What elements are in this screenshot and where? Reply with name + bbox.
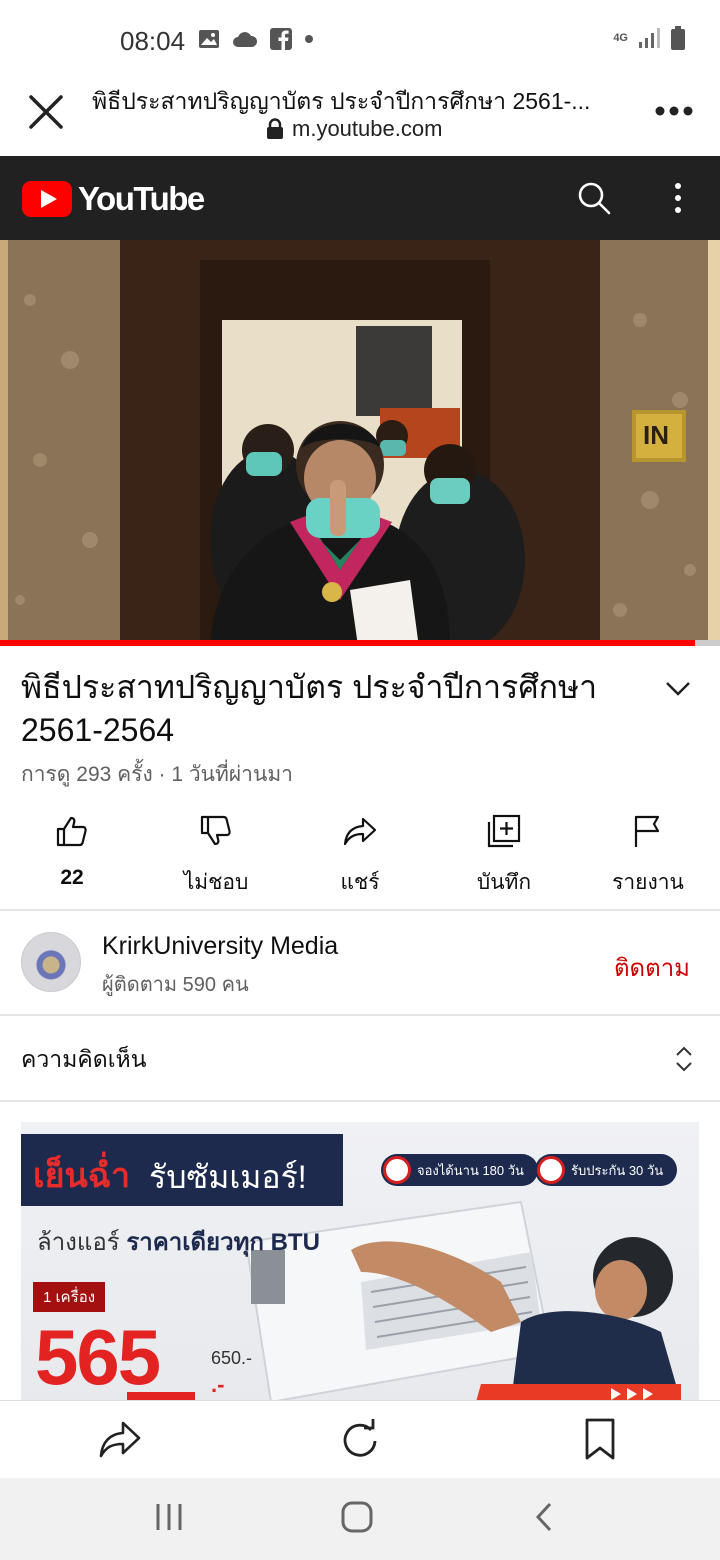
system-icons: 4G xyxy=(613,26,686,50)
back-icon[interactable] xyxy=(530,1500,560,1534)
ad-badge: จองได้นาน 180 วัน xyxy=(381,1154,538,1186)
ad-subline-bold: ราคาเดียวทุก BTU xyxy=(126,1229,320,1256)
door-sign: IN xyxy=(643,420,669,450)
url-text: m.youtube.com xyxy=(292,116,443,141)
youtube-header: YouTube xyxy=(0,156,720,240)
like-icon xyxy=(56,816,87,847)
system-navigation-bar xyxy=(0,1478,720,1560)
url-display[interactable]: m.youtube.com xyxy=(266,116,442,142)
ad-price: 565 xyxy=(35,1313,161,1401)
check-icon xyxy=(383,1156,411,1184)
ad-price-suffix: .- xyxy=(211,1372,225,1397)
share-button[interactable]: แชร์ xyxy=(288,810,432,906)
save-icon xyxy=(487,814,521,848)
dislike-button[interactable]: ไม่ชอบ xyxy=(144,810,288,906)
page-title: พิธีประสาทปริญญาบัตร ประจำปีการศึกษา 256… xyxy=(92,88,591,114)
close-icon[interactable] xyxy=(26,92,66,132)
more-options-icon[interactable] xyxy=(654,100,694,122)
home-icon[interactable] xyxy=(340,1500,374,1534)
lock-icon xyxy=(267,118,283,139)
recent-apps-icon[interactable] xyxy=(154,1500,184,1534)
ad-headline-box: เย็นฉ่ำ รับซัมเมอร์! xyxy=(21,1134,343,1206)
share-icon[interactable] xyxy=(98,1417,142,1461)
subscribe-button[interactable]: ติดตาม xyxy=(614,948,690,987)
dislike-icon xyxy=(200,815,231,846)
status-time: 08:04 xyxy=(120,26,186,56)
battery-icon xyxy=(671,26,685,50)
ad-unit-tag: 1 เครื่อง xyxy=(33,1282,105,1312)
video-progress-fill xyxy=(0,640,695,646)
facebook-icon xyxy=(270,28,292,50)
ad-old-price: 650.- xyxy=(211,1348,253,1368)
video-meta: การดู 293 ครั้ง · 1 วันที่ผ่านมา xyxy=(21,763,293,786)
share-icon xyxy=(343,817,377,846)
browser-toolbar: พิธีประสาทปริญญาบัตร ประจำปีการศึกษา 256… xyxy=(0,82,720,156)
report-label: รายงาน xyxy=(612,871,684,894)
search-icon[interactable] xyxy=(576,180,612,216)
ad-headline-white: รับซัมเมอร์! xyxy=(149,1159,307,1195)
ad-subline: ล้างแอร์ ราคาเดียวทุก BTU xyxy=(37,1222,320,1261)
subscriber-count: ผู้ติดตาม 590 คน xyxy=(102,974,249,996)
video-player[interactable]: IN xyxy=(0,240,720,646)
cloud-icon xyxy=(233,32,258,47)
save-button[interactable]: บันทึก xyxy=(432,810,576,906)
reload-icon[interactable] xyxy=(338,1417,382,1461)
comments-section[interactable]: ความคิดเห็น xyxy=(0,1016,720,1100)
youtube-logo[interactable]: YouTube xyxy=(22,180,205,218)
divider xyxy=(0,909,720,911)
ad-badge-text: รับประกัน 30 วัน xyxy=(571,1162,664,1178)
comments-label: ความคิดเห็น xyxy=(21,1046,147,1072)
divider xyxy=(0,1100,720,1102)
gallery-icon xyxy=(199,30,219,48)
ad-badge-text: จองได้นาน 180 วัน xyxy=(417,1162,524,1178)
status-bar: 08:04 4G xyxy=(0,0,720,82)
ad-banner[interactable]: ❄ ❄ เย็นฉ่ำ รับซัมเมอร์! จองได้นาน 180 ว… xyxy=(21,1122,699,1402)
ad-badge: รับประกัน 30 วัน xyxy=(535,1154,678,1186)
video-title: พิธีประสาทปริญญาบัตร ประจำปีการศึกษา 256… xyxy=(21,669,598,748)
ad-subline-prefix: ล้างแอร์ xyxy=(37,1229,127,1256)
notification-icons xyxy=(198,28,314,50)
report-button[interactable]: รายงาน xyxy=(576,810,720,906)
video-actions: 22 ไม่ชอบ แชร์ บันทึก รายงาน xyxy=(0,810,720,906)
channel-avatar[interactable] xyxy=(21,932,81,992)
ad-headline-red: เย็นฉ่ำ xyxy=(33,1157,131,1195)
network-type: 4G xyxy=(613,31,628,44)
video-frame xyxy=(0,240,720,646)
share-label: แชร์ xyxy=(340,871,380,894)
youtube-logo-text: YouTube xyxy=(78,180,205,217)
dislike-label: ไม่ชอบ xyxy=(183,871,249,894)
report-flag-icon xyxy=(634,815,660,847)
browser-bottom-toolbar xyxy=(0,1400,720,1478)
channel-name[interactable]: KrirkUniversity Media xyxy=(102,932,338,961)
like-count: 22 xyxy=(60,866,84,889)
bookmark-icon[interactable] xyxy=(580,1417,620,1461)
like-button[interactable]: 22 xyxy=(0,810,144,906)
screen: 08:04 4G พิธีประสาทปริญญาบัตร ประจำปีการ… xyxy=(0,0,720,1560)
chevron-down-icon[interactable] xyxy=(664,676,692,700)
youtube-menu-icon[interactable] xyxy=(666,180,690,216)
expand-collapse-icon[interactable] xyxy=(674,1044,694,1074)
dot-icon xyxy=(305,35,313,43)
video-progress-bar[interactable] xyxy=(0,640,720,646)
save-label: บันทึก xyxy=(476,871,532,894)
signal-icon xyxy=(639,28,660,48)
channel-row: KrirkUniversity Media ผู้ติดตาม 590 คน ต… xyxy=(0,912,720,1014)
youtube-play-icon xyxy=(22,181,72,217)
check-icon xyxy=(537,1156,565,1184)
